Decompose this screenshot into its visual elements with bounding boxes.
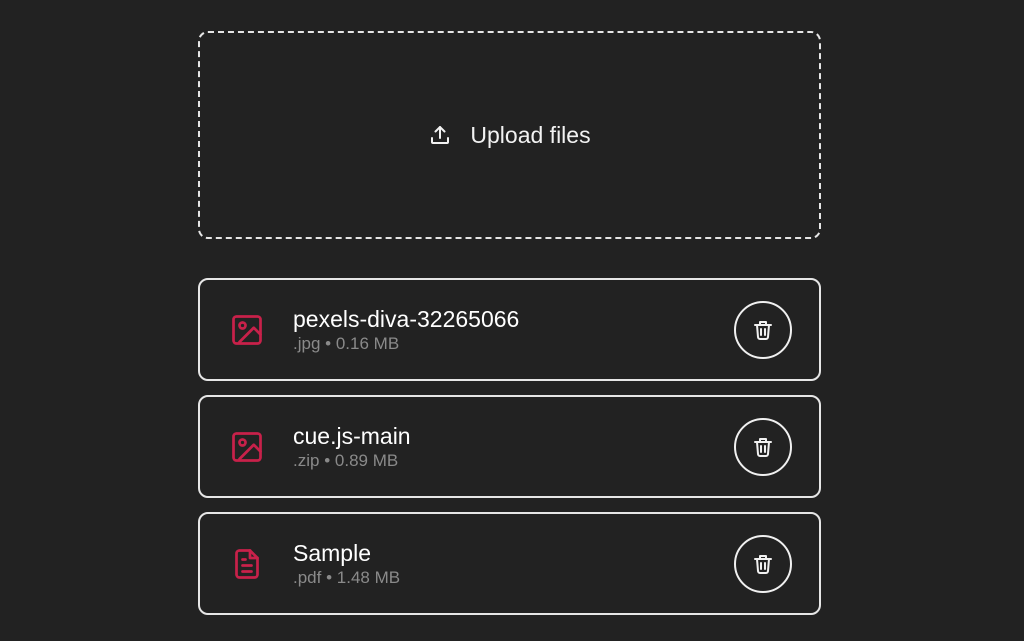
file-extension: .zip — [293, 451, 320, 470]
file-meta: .jpg • 0.16 MB — [293, 333, 734, 355]
file-info: pexels-diva-32265066 .jpg • 0.16 MB — [293, 306, 734, 355]
uploader: Upload files pexels-diva-32265066 .jpg •… — [198, 31, 821, 615]
file-list: pexels-diva-32265066 .jpg • 0.16 MB cue.… — [198, 278, 821, 615]
delete-button[interactable] — [734, 534, 792, 593]
file-size: 1.48 MB — [336, 568, 401, 587]
meta-separator: • — [324, 451, 331, 470]
file-item: Sample .pdf • 1.48 MB — [198, 512, 821, 615]
image-icon — [229, 312, 265, 348]
image-icon — [229, 429, 265, 465]
upload-label: Upload files — [470, 121, 591, 148]
file-size: 0.89 MB — [334, 451, 399, 470]
meta-separator: • — [325, 334, 332, 353]
delete-button[interactable] — [734, 417, 792, 476]
file-extension: .jpg — [293, 334, 321, 353]
file-extension: .pdf — [293, 568, 322, 587]
file-name: Sample — [293, 540, 371, 566]
delete-button[interactable] — [734, 300, 792, 359]
file-info: Sample .pdf • 1.48 MB — [293, 540, 734, 589]
trash-icon — [751, 318, 775, 342]
meta-separator: • — [326, 568, 333, 587]
file-meta: .zip • 0.89 MB — [293, 450, 734, 472]
trash-icon — [751, 435, 775, 459]
file-name: cue.js-main — [293, 423, 411, 449]
trash-icon — [751, 552, 775, 576]
document-icon — [229, 546, 265, 582]
file-item: cue.js-main .zip • 0.89 MB — [198, 395, 821, 498]
file-info: cue.js-main .zip • 0.89 MB — [293, 423, 734, 472]
file-item: pexels-diva-32265066 .jpg • 0.16 MB — [198, 278, 821, 381]
file-meta: .pdf • 1.48 MB — [293, 567, 734, 589]
upload-dropzone[interactable]: Upload files — [198, 31, 821, 239]
file-name: pexels-diva-32265066 — [293, 306, 520, 332]
file-size: 0.16 MB — [335, 334, 400, 353]
upload-icon — [428, 123, 452, 147]
